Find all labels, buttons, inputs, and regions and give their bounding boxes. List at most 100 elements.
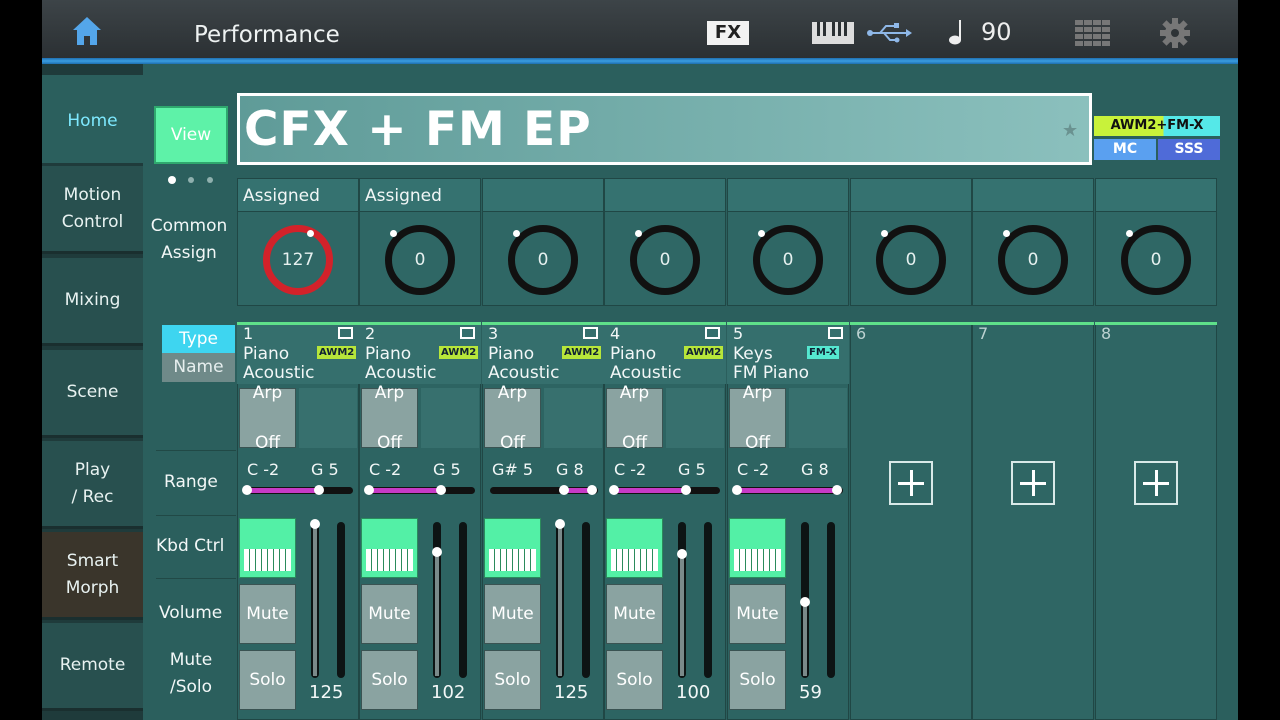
arp-button[interactable]: Arp Off xyxy=(484,383,541,453)
range-low[interactable]: G# 5 xyxy=(492,460,533,479)
arp-label: Arp xyxy=(742,382,773,403)
nav-item-motion-control[interactable]: Motion Control xyxy=(42,166,143,254)
assign-knob-7[interactable]: 0 xyxy=(998,225,1068,295)
name-tab[interactable]: Name xyxy=(162,353,235,382)
volume-fader-track-aux xyxy=(704,522,712,678)
part-select-icon[interactable] xyxy=(460,327,475,339)
mute-button[interactable]: Mute xyxy=(729,584,786,644)
range-low[interactable]: C -2 xyxy=(247,460,279,479)
arp-button[interactable]: Arp Off xyxy=(361,383,418,453)
part-select-icon[interactable] xyxy=(828,327,843,339)
solo-button[interactable]: Solo xyxy=(484,650,541,710)
range-high-handle[interactable] xyxy=(832,485,842,495)
part-number: 7 xyxy=(978,324,989,343)
mute-button[interactable]: Mute xyxy=(484,584,541,644)
range-high[interactable]: G 5 xyxy=(311,460,339,479)
row-divider xyxy=(156,578,236,579)
assign-header xyxy=(604,178,726,212)
range-high[interactable]: G 5 xyxy=(678,460,706,479)
usb-icon xyxy=(866,22,912,44)
kbd-ctrl-button[interactable] xyxy=(361,518,418,578)
assign-knob-4[interactable]: 0 xyxy=(630,225,700,295)
nav-item-home[interactable]: Home xyxy=(42,75,143,163)
nav-item-smart-morph[interactable]: Smart Morph xyxy=(42,532,143,620)
tempo-value[interactable]: 90 xyxy=(981,18,1012,46)
arp-state: Off xyxy=(254,432,281,453)
range-low-handle[interactable] xyxy=(732,485,742,495)
arp-button[interactable]: Arp Off xyxy=(606,383,663,453)
volume-fader-handle[interactable] xyxy=(677,548,687,559)
volume-fader-track-aux xyxy=(827,522,835,678)
assign-knob-2[interactable]: 0 xyxy=(385,225,455,295)
performance-name-field[interactable]: CFX + FM EP ★ xyxy=(237,93,1092,165)
range-low-handle[interactable] xyxy=(609,485,619,495)
part-number: 3 xyxy=(488,324,499,343)
kbd-ctrl-button[interactable] xyxy=(484,518,541,578)
nav-item-scene[interactable]: Scene xyxy=(42,350,143,438)
part-number: 6 xyxy=(856,324,867,343)
range-high-handle[interactable] xyxy=(680,485,691,495)
arp-empty-slot xyxy=(299,388,357,448)
range-low[interactable]: C -2 xyxy=(614,460,646,479)
arp-empty-slot xyxy=(544,388,602,448)
nav-item-mixing[interactable]: Mixing xyxy=(42,258,143,346)
nav-item-remote[interactable]: Remote xyxy=(42,623,143,711)
assign-knob-1[interactable]: 127 xyxy=(263,225,333,295)
common-assign-label: Common Assign xyxy=(150,216,228,263)
kbd-ctrl-button[interactable] xyxy=(606,518,663,578)
engine-badge-mc: MC xyxy=(1094,139,1156,160)
add-part-button[interactable] xyxy=(889,461,933,505)
assign-knob-5[interactable]: 0 xyxy=(753,225,823,295)
knob-value: 0 xyxy=(659,250,671,270)
range-low-handle[interactable] xyxy=(242,485,252,495)
range-low[interactable]: C -2 xyxy=(737,460,769,479)
volume-fader-handle[interactable] xyxy=(432,546,442,557)
add-part-button[interactable] xyxy=(1134,461,1178,505)
keyboard-icon xyxy=(812,22,854,44)
nav-item-play-rec[interactable]: Play / Rec xyxy=(42,441,143,529)
gear-icon[interactable] xyxy=(1160,18,1190,48)
range-fill xyxy=(369,488,441,493)
range-high-handle[interactable] xyxy=(435,485,446,495)
arp-button[interactable]: Arp Off xyxy=(729,383,786,453)
volume-fader-fill xyxy=(803,602,807,676)
assign-knob-8[interactable]: 0 xyxy=(1121,225,1191,295)
grid-menu-icon[interactable] xyxy=(1075,20,1111,46)
mute-button[interactable]: Mute xyxy=(606,584,663,644)
add-part-button[interactable] xyxy=(1011,461,1055,505)
range-high[interactable]: G 8 xyxy=(556,460,584,479)
home-icon[interactable] xyxy=(70,14,104,48)
mute-button[interactable]: Mute xyxy=(361,584,418,644)
range-low[interactable]: C -2 xyxy=(369,460,401,479)
arp-state: Off xyxy=(499,432,526,453)
range-high-handle[interactable] xyxy=(587,485,597,495)
assign-header xyxy=(1095,178,1217,212)
volume-value: 125 xyxy=(309,682,344,703)
part-select-icon[interactable] xyxy=(705,327,720,339)
arp-state: Off xyxy=(744,432,771,453)
solo-button[interactable]: Solo xyxy=(361,650,418,710)
solo-button[interactable]: Solo xyxy=(239,650,296,710)
range-low-handle[interactable] xyxy=(364,485,374,495)
kbd-ctrl-button[interactable] xyxy=(729,518,786,578)
part-select-icon[interactable] xyxy=(338,327,353,339)
empty-part-cell xyxy=(1095,322,1217,720)
fx-button[interactable]: FX xyxy=(707,21,749,45)
range-high-handle[interactable] xyxy=(313,485,324,495)
favorite-star-icon[interactable]: ★ xyxy=(1062,120,1078,141)
assign-header xyxy=(972,178,1094,212)
knob-value: 127 xyxy=(281,250,315,270)
solo-button[interactable]: Solo xyxy=(606,650,663,710)
type-tab[interactable]: Type xyxy=(162,325,235,353)
part-select-icon[interactable] xyxy=(583,327,598,339)
assign-knob-3[interactable]: 0 xyxy=(508,225,578,295)
range-high[interactable]: G 8 xyxy=(801,460,829,479)
mute-button[interactable]: Mute xyxy=(239,584,296,644)
range-high[interactable]: G 5 xyxy=(433,460,461,479)
arp-button[interactable]: Arp Off xyxy=(239,383,296,453)
solo-button[interactable]: Solo xyxy=(729,650,786,710)
empty-part-cell xyxy=(850,322,972,720)
assign-knob-6[interactable]: 0 xyxy=(876,225,946,295)
kbd-ctrl-button[interactable] xyxy=(239,518,296,578)
view-button[interactable]: View xyxy=(154,106,228,164)
